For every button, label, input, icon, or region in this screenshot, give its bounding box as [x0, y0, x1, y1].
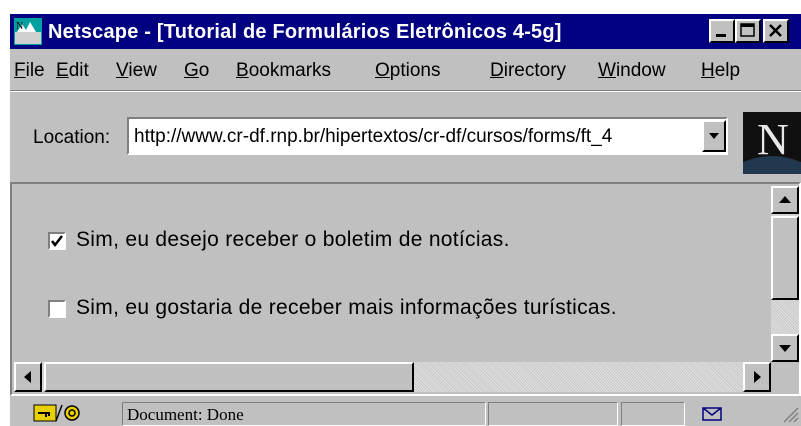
- content-frame: Sim, eu desejo receber o boletim de notí…: [10, 182, 801, 396]
- vertical-scrollbar[interactable]: [771, 186, 799, 362]
- logo-horizon-icon: [743, 156, 801, 174]
- tourism-info-checkbox[interactable]: [48, 300, 66, 318]
- status-text: Document: Done: [127, 405, 244, 424]
- newsletter-label: Sim, eu desejo receber o boletim de notí…: [76, 228, 510, 251]
- location-url: http://www.cr-df.rnp.br/hipertextos/cr-d…: [134, 126, 613, 147]
- menu-edit[interactable]: Edit: [56, 60, 89, 82]
- tourism-info-label: Sim, eu gostaria de receber mais informa…: [76, 296, 617, 319]
- arrow-right-icon: [754, 371, 761, 383]
- arrow-up-icon: [779, 196, 791, 203]
- title-bar[interactable]: N Netscape - [Tutorial de Formulários El…: [10, 14, 801, 49]
- close-icon: [769, 24, 782, 37]
- scroll-left-button[interactable]: [14, 362, 42, 392]
- close-button[interactable]: [763, 19, 789, 43]
- status-extra-field: [621, 402, 685, 426]
- location-input[interactable]: http://www.cr-df.rnp.br/hipertextos/cr-d…: [127, 117, 728, 155]
- toolbar-separator: [10, 90, 801, 92]
- location-dropdown-button[interactable]: [702, 120, 726, 152]
- maximize-icon: [740, 23, 755, 37]
- menu-help[interactable]: Help: [701, 60, 740, 82]
- svg-text:N: N: [16, 21, 23, 32]
- chevron-down-icon: [709, 133, 719, 139]
- minimize-button[interactable]: [709, 19, 735, 43]
- location-label: Location:: [33, 127, 111, 148]
- menu-go[interactable]: Go: [184, 60, 209, 82]
- security-key-icon[interactable]: [32, 402, 86, 424]
- window-title: Netscape - [Tutorial de Formulários Elet…: [48, 21, 562, 43]
- browser-window: N Netscape - [Tutorial de Formulários El…: [10, 14, 801, 426]
- scroll-up-button[interactable]: [771, 186, 799, 214]
- vertical-scroll-thumb[interactable]: [771, 216, 799, 300]
- scroll-corner: [771, 362, 799, 392]
- menu-view[interactable]: View: [116, 60, 157, 82]
- menu-bar: File Edit View Go Bookmarks Options Dire…: [10, 54, 801, 88]
- status-progress-field: [488, 402, 618, 426]
- netscape-app-icon[interactable]: N: [14, 18, 42, 45]
- menu-bookmarks[interactable]: Bookmarks: [236, 60, 331, 82]
- checkmark-icon: [51, 235, 63, 248]
- resize-grip-icon[interactable]: [780, 404, 800, 424]
- scroll-right-button[interactable]: [743, 362, 771, 392]
- menu-file[interactable]: File: [14, 60, 45, 82]
- mail-envelope-icon[interactable]: [702, 407, 722, 421]
- menu-directory[interactable]: Directory: [490, 60, 566, 82]
- horizontal-scrollbar[interactable]: [14, 362, 771, 392]
- arrow-down-icon: [779, 345, 791, 352]
- status-message-field: Document: Done: [122, 402, 486, 426]
- arrow-left-icon: [24, 371, 31, 383]
- newsletter-checkbox[interactable]: [48, 232, 66, 250]
- minimize-icon: [716, 34, 726, 37]
- netscape-logo[interactable]: N: [743, 112, 801, 174]
- horizontal-scroll-thumb[interactable]: [44, 362, 414, 392]
- scroll-down-button[interactable]: [771, 334, 799, 362]
- status-bar: Document: Done: [10, 398, 801, 426]
- menu-options[interactable]: Options: [375, 60, 440, 82]
- maximize-button[interactable]: [735, 19, 761, 43]
- page-content: Sim, eu desejo receber o boletim de notí…: [14, 186, 771, 362]
- menu-window[interactable]: Window: [598, 60, 666, 82]
